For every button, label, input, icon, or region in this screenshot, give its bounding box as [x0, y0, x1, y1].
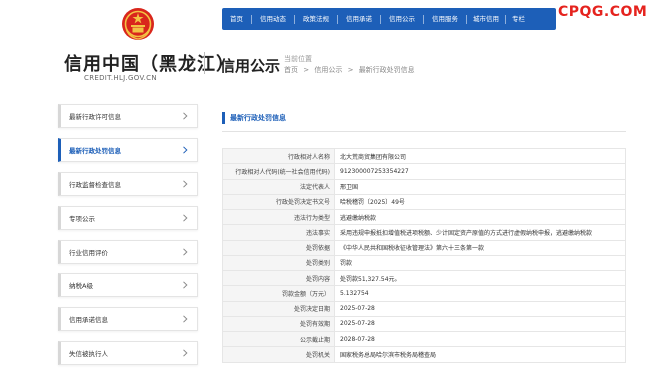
sidebar-item-special-publicity[interactable]: 专项公示 — [58, 205, 198, 230]
sidebar-item-label: 最新行政许可信息 — [69, 113, 121, 121]
sidebar-item-industry-rating[interactable]: 行业信用评价 — [58, 239, 198, 264]
chevron-right-icon — [183, 349, 188, 357]
field-value: 北大荒商贸集团有限公司 — [334, 147, 626, 165]
sidebar-item-label: 专项公示 — [69, 214, 95, 223]
sidebar-item-label: 行政监督检查信息 — [69, 180, 121, 189]
field-value: 5.132754 — [334, 285, 626, 302]
field-label: 行政相对人代码(统一社会信用代码) — [222, 163, 335, 180]
table-row: 处罚内容 处罚款51,327.54元。 — [222, 269, 626, 287]
breadcrumb: 首页 > 信用公示 > 最新行政处罚信息 — [284, 65, 418, 75]
panel-divider — [222, 131, 626, 132]
table-row: 违法事实 采用违规申报抵扣增值税进项税额、少计固定资产原值的方式进行虚假纳税申报，… — [222, 224, 626, 241]
field-value: 2025-07-28 — [334, 300, 626, 317]
field-label: 公示截止期 — [222, 330, 335, 348]
table-row: 行政相对人代码(统一社会信用代码) 91230000725335422​7 — [222, 163, 626, 180]
chevron-right-icon — [183, 180, 188, 188]
table-row: 法定代表人 邢卫国 — [222, 178, 626, 195]
nav-credit-commitment[interactable]: 信用承诺 — [338, 8, 380, 30]
sidebar-item-supervision-inspection[interactable]: 行政监督检查信息 — [58, 171, 198, 196]
field-value: 邢卫国 — [334, 178, 626, 195]
national-emblem-icon — [122, 8, 154, 40]
table-row: 处罚决定日期 2025-07-28 — [222, 300, 626, 317]
sidebar-item-label: 信用承诺信息 — [69, 316, 108, 325]
nav-credit-news[interactable]: 信用动态 — [252, 8, 294, 30]
breadcrumb-separator: > — [347, 66, 354, 74]
table-row: 处罚有效期 2025-07-28 — [222, 315, 626, 333]
sidebar-item-label: 最新行政处罚信息 — [69, 146, 121, 155]
nav-home[interactable]: 首页 — [222, 8, 251, 30]
field-label: 法定代表人 — [222, 178, 335, 195]
table-row: 行政相对人名称 北大荒商贸集团有限公司 — [222, 147, 626, 165]
field-label: 处罚机关 — [222, 346, 335, 363]
breadcrumb-current: 最新行政处罚信息 — [358, 66, 415, 74]
field-value: 2025-07-28 — [334, 315, 626, 333]
field-label: 行政相对人名称 — [222, 147, 335, 165]
field-value: 91230000725335422​7 — [334, 163, 626, 180]
nav-credit-service[interactable]: 信用服务 — [424, 8, 466, 30]
nav-special-column[interactable]: 专栏 — [506, 8, 531, 30]
sidebar-item-label: 纳税A级 — [69, 282, 93, 291]
field-value: 罚款 — [334, 254, 626, 272]
chevron-right-icon — [183, 112, 188, 120]
field-label: 违法行为类型 — [222, 208, 335, 226]
panel-title-accent — [222, 112, 225, 124]
section-name: 信用公示 — [220, 57, 281, 75]
field-value: 采用违规申报抵扣增值税进项税额、少计固定资产原值的方式进行虚假纳税申报，逃避缴纳… — [334, 224, 626, 241]
sidebar-item-admin-license[interactable]: 最新行政许可信息 — [58, 104, 198, 128]
sidebar-item-label: 行业信用评价 — [69, 248, 108, 257]
field-label: 罚款金额（万元） — [222, 285, 335, 302]
field-label: 行政处罚决定书文号 — [222, 193, 335, 211]
field-label: 处罚有效期 — [222, 315, 335, 333]
watermark: CPQG.COM — [558, 4, 648, 20]
table-row: 行政处罚决定书文号 哈税稽罚〔2025〕49号 — [222, 193, 626, 211]
table-row: 违法行为类型 逃避缴纳税款 — [222, 208, 626, 226]
top-nav: 首页 信用动态 政策法规 信用承诺 信用公示 信用服务 城市信用 专栏 — [222, 8, 556, 30]
sidebar: 最新行政许可信息 最新行政处罚信息 行政监督检查信息 专项公示 行业信用评价 纳… — [58, 104, 198, 372]
field-label: 违法事实 — [222, 224, 335, 241]
field-value: 国家税务总局哈尔滨市税务局稽查局 — [334, 346, 626, 363]
sidebar-item-dishonest-persons[interactable]: 失信被执行人 — [58, 341, 198, 366]
field-value: 《中华人民共和国税收征收管理法》第六十三条第一款 — [334, 239, 626, 256]
site-domain: CREDIT.HLJ.GOV.CN — [84, 74, 157, 82]
breadcrumb-credit-publicity[interactable]: 信用公示 — [314, 66, 342, 74]
chevron-right-icon — [183, 315, 188, 323]
table-row: 处罚类别 罚款 — [222, 254, 626, 272]
sidebar-item-admin-penalty[interactable]: 最新行政处罚信息 — [58, 137, 198, 162]
field-label: 处罚决定日期 — [222, 300, 335, 317]
sidebar-item-tax-a-level[interactable]: 纳税A级 — [58, 273, 198, 298]
nav-policies[interactable]: 政策法规 — [295, 8, 337, 30]
breadcrumb-home[interactable]: 首页 — [284, 66, 298, 74]
chevron-right-icon — [183, 248, 188, 256]
breadcrumb-separator: > — [303, 66, 310, 74]
breadcrumb-label: 当前位置 — [284, 55, 312, 63]
site-title: 信用中国（黑龙江） — [64, 54, 235, 75]
sidebar-item-credit-commitment[interactable]: 信用承诺信息 — [58, 307, 198, 332]
table-row: 处罚机关 国家税务总局哈尔滨市税务局稽查局 — [222, 346, 626, 363]
field-label: 处罚依据 — [222, 239, 335, 256]
table-row: 公示截止期 2028-07-28 — [222, 330, 626, 348]
field-value: 2028-07-28 — [334, 330, 626, 348]
penalty-detail-table: 行政相对人名称 北大荒商贸集团有限公司 行政相对人代码(统一社会信用代码) 9123… — [222, 147, 626, 363]
table-row: 罚款金额（万元） 5.132754 — [222, 285, 626, 302]
nav-city-credit[interactable]: 城市信用 — [467, 8, 505, 30]
field-value: 哈税稽罚〔2025〕49号 — [334, 193, 626, 211]
sidebar-item-label: 失信被执行人 — [69, 350, 108, 359]
field-value: 处罚款51,327.54元。 — [334, 269, 626, 287]
field-value: 逃避缴纳税款 — [334, 208, 626, 226]
panel-title: 最新行政处罚信息 — [230, 114, 286, 122]
table-row: 处罚依据 《中华人民共和国税收征收管理法》第六十三条第一款 — [222, 239, 626, 256]
nav-credit-publicity[interactable]: 信用公示 — [381, 8, 423, 30]
field-label: 处罚类别 — [222, 254, 335, 272]
field-label: 处罚内容 — [222, 269, 335, 287]
chevron-right-icon — [183, 146, 188, 154]
chevron-right-icon — [183, 214, 188, 222]
chevron-right-icon — [183, 281, 188, 290]
title-divider — [204, 52, 205, 74]
